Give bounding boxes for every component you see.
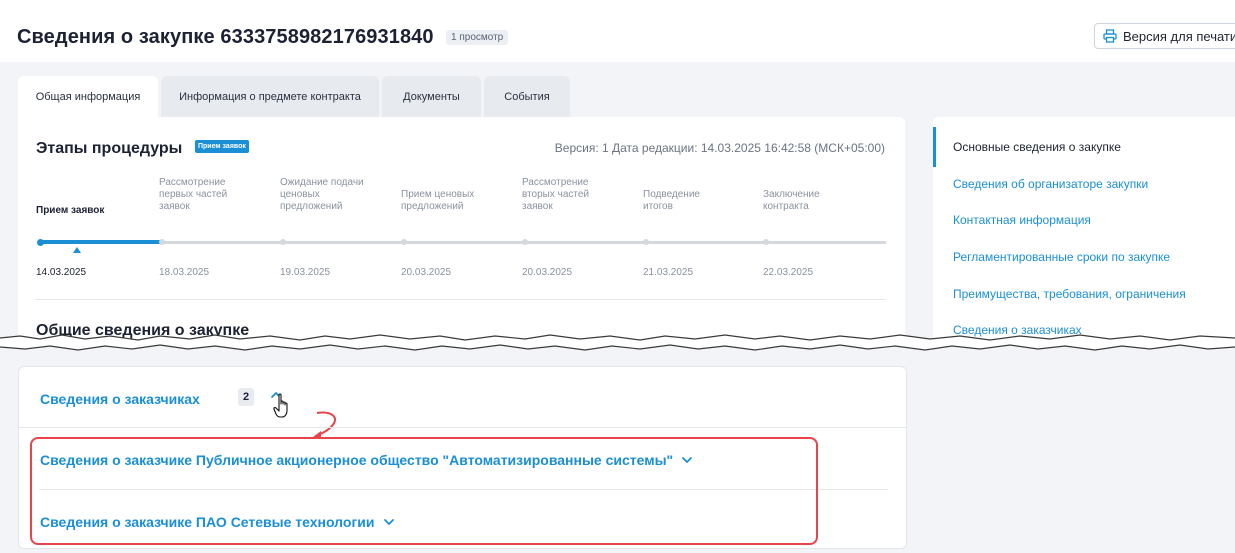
stage-label: Рассмотрение первых частей заявок	[159, 177, 228, 212]
stage-date: 14.03.2025	[36, 267, 87, 278]
print-version-label: Версия для печати	[1123, 28, 1235, 44]
highlight-frame	[30, 437, 818, 545]
printer-icon	[1103, 29, 1117, 43]
stage-dot	[522, 239, 528, 245]
stage-label: Подведение итогов	[643, 189, 700, 212]
stage-date: 20.03.2025	[401, 267, 452, 278]
nav-item-requirements[interactable]: Преимущества, требования, ограничения	[953, 287, 1186, 301]
procedure-stages-card: Этапы процедуры Прием заявок Версия: 1 Д…	[18, 117, 905, 344]
customers-count-badge: 2	[238, 388, 255, 406]
tab-general-info[interactable]: Общая информация	[18, 76, 158, 118]
stage-dot	[401, 239, 407, 245]
stage-date: 22.03.2025	[763, 267, 814, 278]
stage-label: Прием ценовых предложений	[401, 189, 475, 212]
customers-section-title[interactable]: Сведения о заказчиках	[40, 391, 200, 407]
nav-item-main-info[interactable]: Основные сведения о закупке	[953, 140, 1121, 154]
stage-label: Ожидание подачи ценовых предложений	[280, 177, 364, 212]
stage-date: 18.03.2025	[159, 267, 210, 278]
page-top-fragment: Сведения о закупке 6333758982176931840 1…	[0, 0, 1235, 344]
stage-dot	[643, 239, 649, 245]
tab-bar: Общая информация Информация о предмете к…	[18, 76, 570, 118]
page-title: Сведения о закупке 6333758982176931840	[17, 26, 434, 48]
stage-date: 19.03.2025	[280, 267, 331, 278]
nav-item-contacts[interactable]: Контактная информация	[953, 213, 1091, 227]
page-bottom-fragment: Сведения о заказчиках 2 Сведения о заказ…	[0, 352, 1235, 553]
tab-events[interactable]: События	[484, 76, 570, 118]
section-navigation: Основные сведения о закупке Сведения об …	[933, 117, 1235, 344]
stage-dot	[37, 239, 44, 246]
version-info: Версия: 1 Дата редакции: 14.03.2025 16:4…	[554, 141, 885, 155]
views-badge: 1 просмотр	[446, 30, 509, 45]
stage-label: Заключение контракта	[763, 189, 820, 212]
print-version-button[interactable]: Версия для печати	[1094, 23, 1235, 49]
stage-date: 21.03.2025	[643, 267, 694, 278]
current-stage-badge: Прием заявок	[195, 140, 249, 153]
stage-label: Рассмотрение вторых частей заявок	[522, 177, 590, 212]
stages-title: Этапы процедуры	[36, 140, 183, 157]
current-stage-marker	[73, 247, 81, 253]
stages-track	[40, 241, 886, 244]
section-divider	[36, 299, 886, 300]
stage-dot	[280, 239, 286, 245]
tab-contract-subject[interactable]: Информация о предмете контракта	[161, 76, 379, 118]
stage-label: Прием заявок	[36, 205, 105, 216]
page-header: Сведения о закупке 6333758982176931840 1…	[0, 0, 1235, 62]
panel-divider	[19, 427, 906, 428]
hand-cursor-icon	[273, 393, 288, 418]
stage-dot	[763, 239, 769, 245]
nav-item-deadlines[interactable]: Регламентированные сроки по закупке	[953, 250, 1170, 264]
stage-dot	[159, 239, 165, 245]
current-section-indicator	[933, 127, 936, 167]
tab-documents[interactable]: Документы	[382, 76, 481, 118]
stage-date: 20.03.2025	[522, 267, 573, 278]
nav-item-organizer[interactable]: Сведения об организаторе закупки	[953, 177, 1148, 191]
stages-progress	[40, 240, 161, 244]
